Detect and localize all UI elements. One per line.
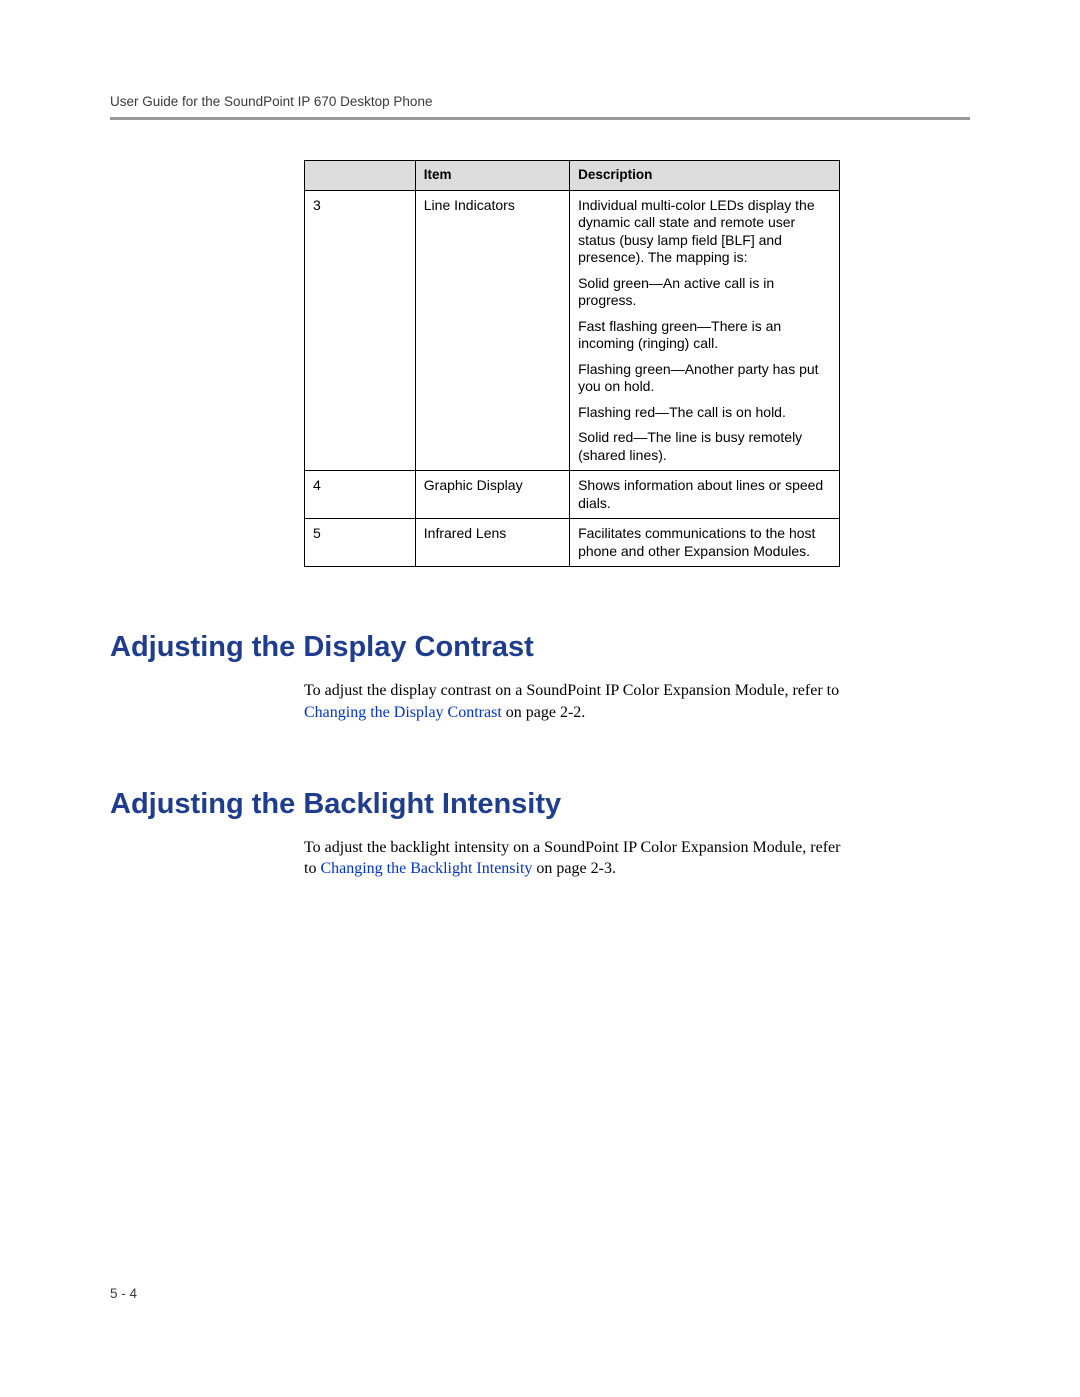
section-heading-contrast: Adjusting the Display Contrast — [110, 631, 970, 664]
desc-line: Flashing red—The call is on hold. — [578, 404, 831, 422]
row-num: 5 — [305, 519, 416, 567]
row-desc: Individual multi-color LEDs display the … — [570, 190, 840, 471]
desc-line: Flashing green—Another party has put you… — [578, 361, 831, 396]
desc-line: Solid red—The line is busy remotely (sha… — [578, 429, 831, 464]
xref-link-backlight[interactable]: Changing the Backlight Intensity — [320, 860, 532, 877]
row-num: 3 — [305, 190, 416, 471]
text: To adjust the display contrast on a Soun… — [304, 682, 839, 699]
text: on page 2-3. — [532, 860, 616, 877]
desc-line: Solid green—An active call is in progres… — [578, 275, 831, 310]
feature-table: Item Description 3 Line Indicators Indiv… — [304, 160, 840, 567]
xref-link-contrast[interactable]: Changing the Display Contrast — [304, 704, 502, 721]
desc-line: Fast flashing green—There is an incoming… — [578, 318, 831, 353]
col-header-blank — [305, 161, 416, 191]
desc-line: Individual multi-color LEDs display the … — [578, 197, 831, 267]
row-num: 4 — [305, 471, 416, 519]
page-number: 5 - 4 — [110, 1286, 137, 1301]
section-body-contrast: To adjust the display contrast on a Soun… — [304, 680, 844, 723]
desc-line: Facilitates communications to the host p… — [578, 525, 831, 560]
section-body-backlight: To adjust the backlight intensity on a S… — [304, 837, 844, 880]
table-header-row: Item Description — [305, 161, 840, 191]
running-head: User Guide for the SoundPoint IP 670 Des… — [110, 94, 970, 109]
row-item: Line Indicators — [415, 190, 569, 471]
table-row: 5 Infrared Lens Facilitates communicatio… — [305, 519, 840, 567]
desc-line: Shows information about lines or speed d… — [578, 477, 831, 512]
text: on page 2-2. — [502, 704, 586, 721]
section-heading-backlight: Adjusting the Backlight Intensity — [110, 788, 970, 821]
col-header-item: Item — [415, 161, 569, 191]
row-desc: Shows information about lines or speed d… — [570, 471, 840, 519]
table-row: 3 Line Indicators Individual multi-color… — [305, 190, 840, 471]
table-row: 4 Graphic Display Shows information abou… — [305, 471, 840, 519]
col-header-desc: Description — [570, 161, 840, 191]
row-desc: Facilitates communications to the host p… — [570, 519, 840, 567]
header-rule — [110, 117, 970, 120]
row-item: Infrared Lens — [415, 519, 569, 567]
row-item: Graphic Display — [415, 471, 569, 519]
